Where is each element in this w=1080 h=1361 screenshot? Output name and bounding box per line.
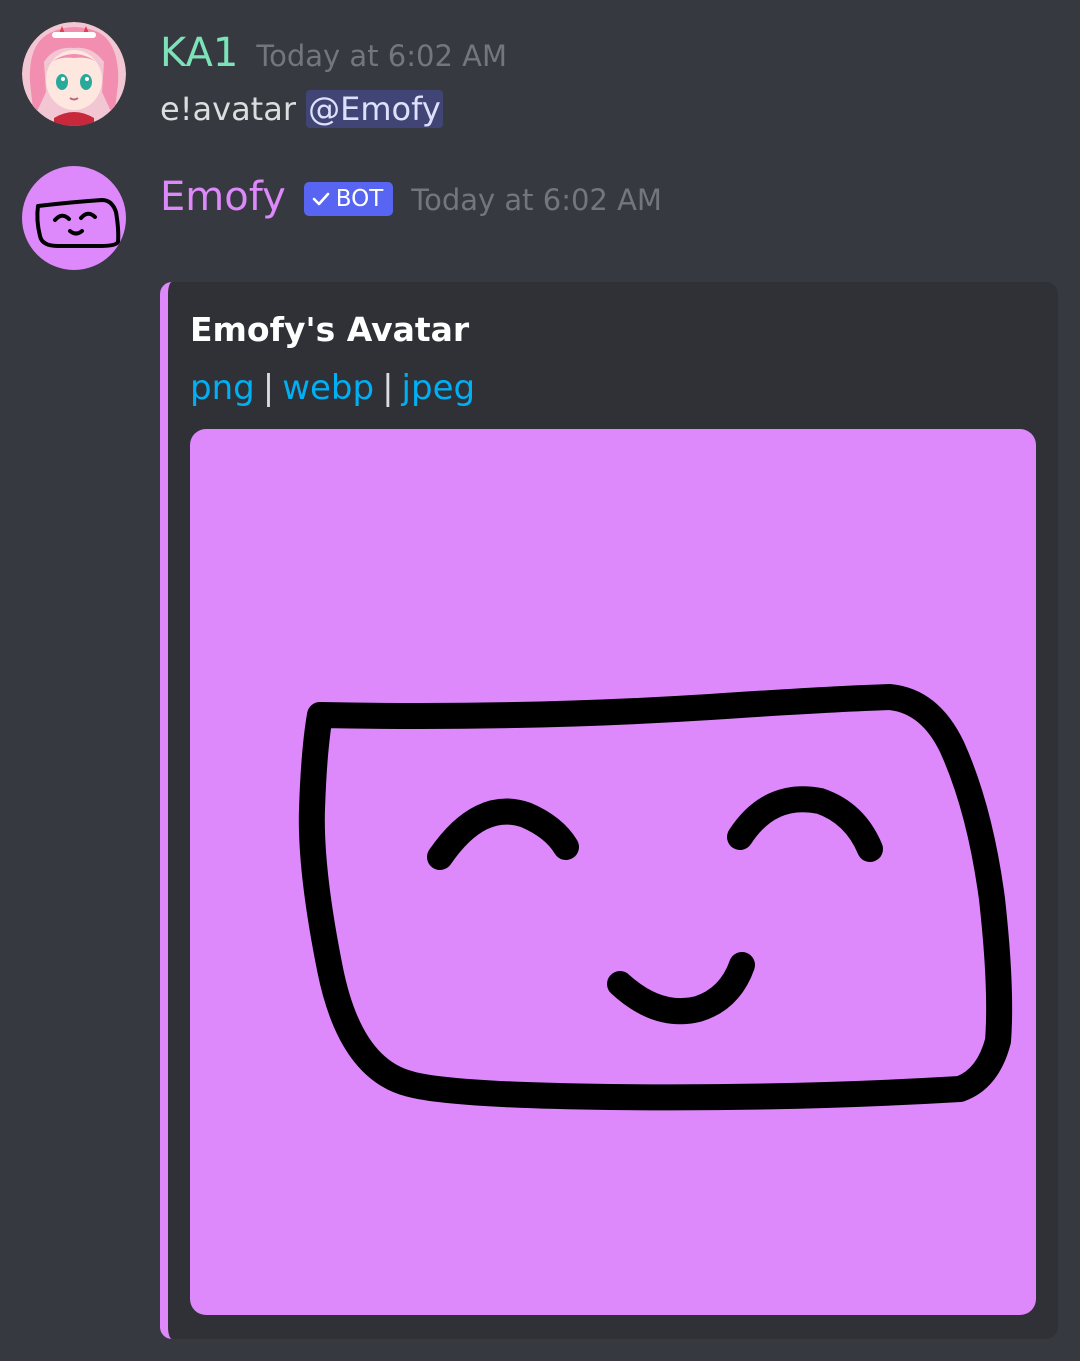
jpeg-link[interactable]: jpeg	[402, 368, 476, 408]
bot-tag-label: BOT	[335, 186, 384, 212]
timestamp: Today at 6:02 AM	[256, 39, 507, 73]
username[interactable]: KA1	[160, 30, 238, 76]
embed-title: Emofy's Avatar	[190, 310, 470, 349]
bot-badge: BOT	[303, 182, 394, 216]
verified-check-icon	[312, 192, 330, 206]
png-link[interactable]: png	[190, 368, 255, 408]
webp-link[interactable]: webp	[282, 368, 374, 408]
link-separator: |	[382, 368, 394, 408]
emofy-face-avatar-icon	[298, 684, 1013, 1111]
embed-link-row: png | webp | jpeg	[190, 368, 475, 408]
anime-avatar-icon	[22, 22, 126, 126]
link-separator: |	[262, 368, 275, 408]
emofy-face-icon	[35, 198, 121, 248]
command-text: e!avatar	[160, 90, 296, 128]
message-header: Emofy BOT Today at 6:02 AM	[160, 174, 662, 220]
embed-image[interactable]	[190, 429, 1036, 1315]
timestamp: Today at 6:02 AM	[411, 183, 662, 217]
embed-card: Emofy's Avatar png | webp | jpeg	[160, 282, 1058, 1339]
message-header: KA1 Today at 6:02 AM	[160, 30, 507, 76]
user-avatar-emofy[interactable]	[22, 166, 126, 270]
user-avatar-ka1[interactable]	[22, 22, 126, 126]
user-mention[interactable]: @Emofy	[306, 90, 443, 128]
username[interactable]: Emofy	[160, 174, 286, 220]
message-ka1: KA1 Today at 6:02 AM e!avatar @Emofy	[0, 0, 1080, 150]
message-content: e!avatar @Emofy	[160, 90, 443, 128]
